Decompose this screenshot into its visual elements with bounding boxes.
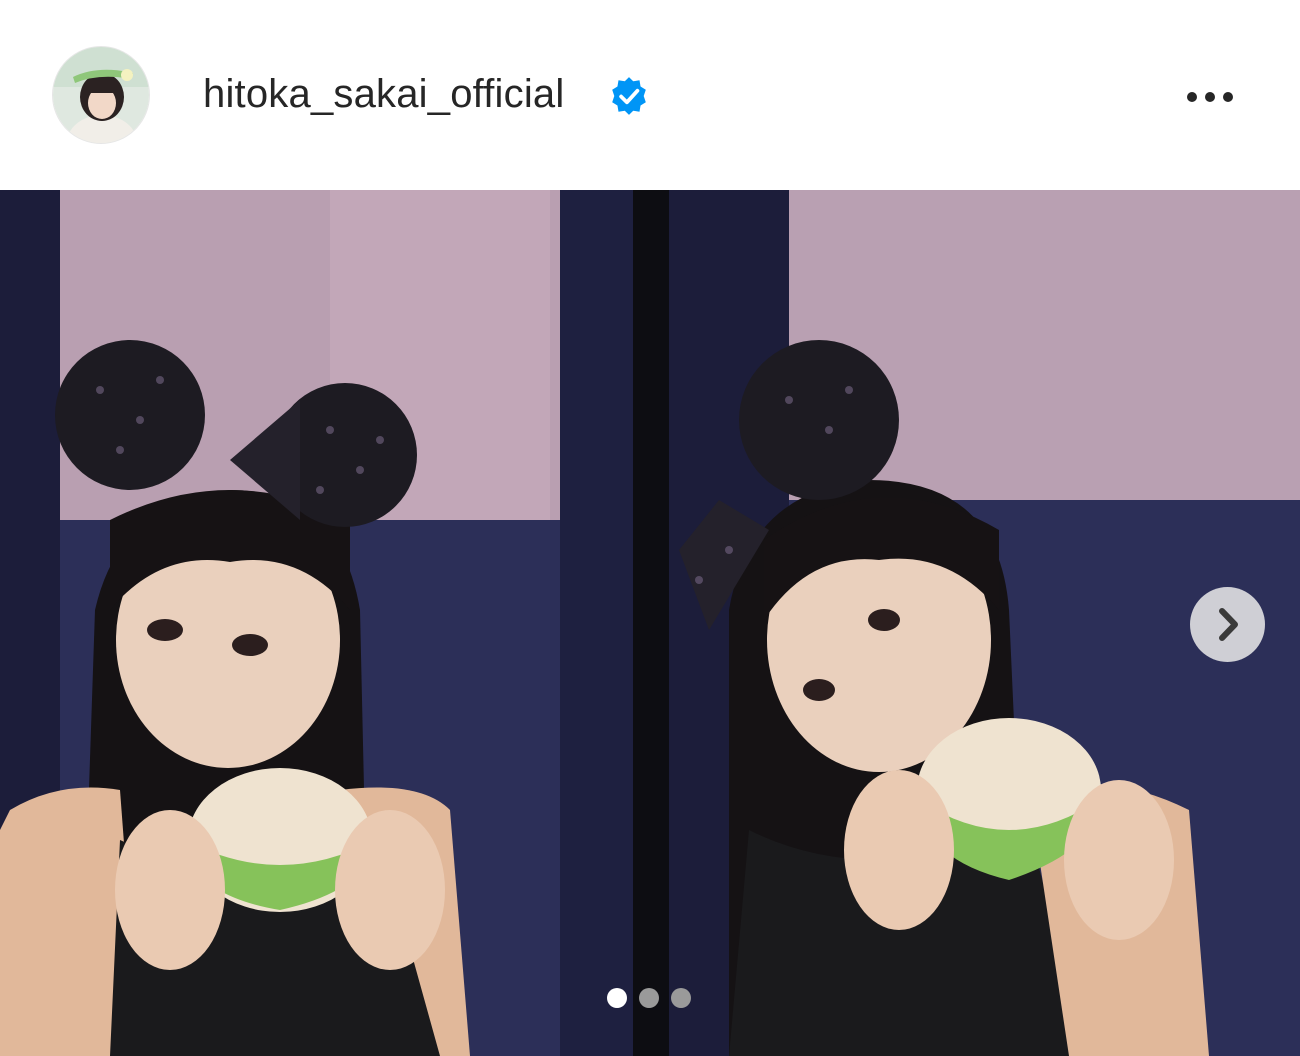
carousel-dot-1 xyxy=(607,988,627,1008)
carousel-next-button[interactable] xyxy=(1190,587,1265,662)
more-options-icon[interactable] xyxy=(1180,80,1240,112)
username[interactable]: hitoka_sakai_official xyxy=(203,72,564,117)
verified-badge-icon xyxy=(608,75,650,117)
chevron-right-icon xyxy=(1219,608,1238,641)
post-image-carousel[interactable] xyxy=(0,190,1300,1056)
carousel-dot-2 xyxy=(639,988,659,1008)
profile-avatar[interactable] xyxy=(52,46,150,144)
photo-divider xyxy=(633,190,669,1056)
photo-panel-left xyxy=(0,190,633,1056)
post-header: hitoka_sakai_official xyxy=(0,0,1300,190)
carousel-dot-3 xyxy=(671,988,691,1008)
